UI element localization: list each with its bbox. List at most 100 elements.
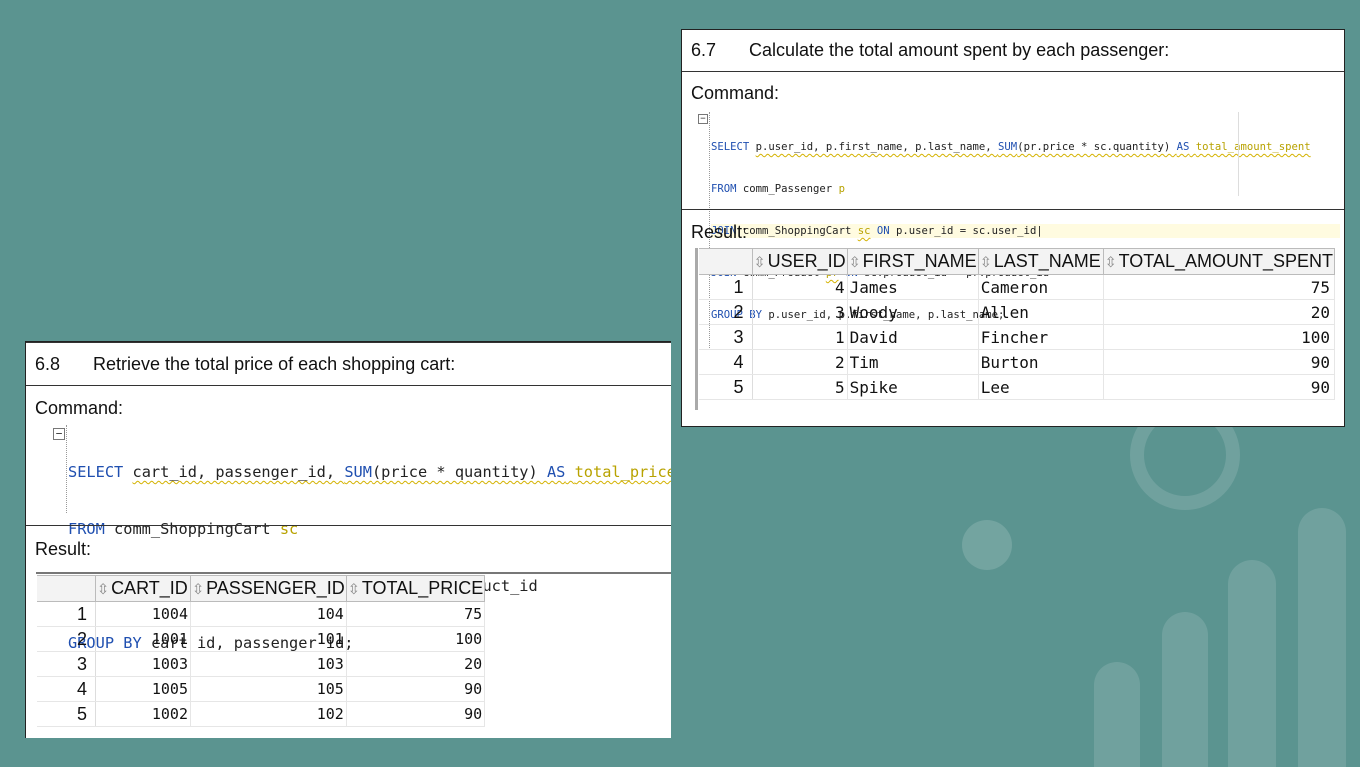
row-number: 1 (37, 601, 96, 627)
row-number: 3 (37, 651, 96, 677)
cell-total[interactable]: 100 (1103, 324, 1336, 350)
sort-arrows-icon[interactable]: ⇳ (192, 582, 204, 598)
cell-total[interactable]: 75 (1103, 274, 1336, 300)
section-number: 6.8 (35, 353, 61, 374)
row-number: 1 (699, 274, 753, 300)
divider (26, 525, 671, 526)
cell-user-id[interactable]: 4 (752, 274, 848, 300)
table-row[interactable]: 2 1001 101 100 (37, 626, 486, 652)
cell-total-price[interactable]: 90 (346, 701, 486, 727)
cell-total-price[interactable]: 75 (346, 601, 486, 627)
cell-total[interactable]: 90 (1103, 349, 1336, 375)
section-title: Retrieve the total price of each shoppin… (93, 353, 456, 374)
sort-arrows-icon[interactable]: ⇳ (754, 255, 766, 271)
column-header-last-name[interactable]: ⇳ LAST_NAME (977, 248, 1104, 275)
decorative-bar (1298, 508, 1346, 767)
cell-user-id[interactable]: 3 (752, 299, 848, 325)
column-header-cart-id[interactable]: ⇳ CART_ID (95, 575, 191, 602)
cell-last-name[interactable]: Lee (978, 374, 1104, 400)
row-number: 2 (699, 299, 753, 325)
cell-total-price[interactable]: 90 (346, 676, 486, 702)
sql-editor[interactable]: SELECT cart_id, passenger_id, SUM(price … (66, 425, 671, 652)
table-row[interactable]: 5 1002 102 90 (37, 701, 486, 727)
section-number: 6.7 (691, 40, 717, 60)
sql-line: FROM comm_ShoppingCart sc (68, 520, 299, 538)
column-header-passenger-id[interactable]: ⇳ PASSENGER_ID (190, 575, 347, 602)
cell-cart-id[interactable]: 1005 (95, 676, 191, 702)
column-header-total-price[interactable]: ⇳ TOTAL_PRICE (345, 575, 486, 602)
cell-first-name[interactable]: Tim (847, 349, 979, 375)
cell-total-price[interactable]: 100 (346, 626, 486, 652)
column-header-user-id[interactable]: ⇳ USER_ID (751, 248, 848, 275)
row-number-header (37, 575, 96, 602)
command-label: Command: (35, 398, 124, 418)
divider (682, 209, 1344, 210)
section-heading: 6.7 Calculate the total amount spent by … (682, 30, 1344, 72)
cell-passenger-id[interactable]: 104 (190, 601, 347, 627)
column-header-first-name[interactable]: ⇳ FIRST_NAME (846, 248, 979, 275)
sort-arrows-icon[interactable]: ⇳ (849, 255, 861, 271)
cell-last-name[interactable]: Cameron (978, 274, 1104, 300)
cell-passenger-id[interactable]: 105 (190, 676, 347, 702)
panel-passenger-total: 6.7 Calculate the total amount spent by … (681, 29, 1345, 427)
sort-arrows-icon[interactable]: ⇳ (1105, 255, 1117, 271)
cell-first-name[interactable]: Spike (847, 374, 979, 400)
panel-cart-total: 6.8 Retrieve the total price of each sho… (25, 341, 671, 738)
column-header-total-amount-spent[interactable]: ⇳ TOTAL_AMOUNT_SPENT (1102, 248, 1336, 275)
cell-total-price[interactable]: 20 (346, 651, 486, 677)
cell-last-name[interactable]: Fincher (978, 324, 1104, 350)
sql-line: SELECT cart_id, passenger_id, SUM(price … (68, 463, 671, 481)
row-number: 4 (699, 349, 753, 375)
sort-arrows-icon[interactable]: ⇳ (348, 582, 360, 598)
cell-user-id[interactable]: 2 (752, 349, 848, 375)
table-row[interactable]: 2 3 Woody Allen 20 (699, 299, 1336, 325)
section-title: Calculate the total amount spent by each… (749, 40, 1170, 60)
cell-first-name[interactable]: James (847, 274, 979, 300)
result-label: Result: (691, 222, 748, 242)
editor-margin (1238, 112, 1239, 196)
row-number: 4 (37, 676, 96, 702)
cell-last-name[interactable]: Burton (978, 349, 1104, 375)
cell-cart-id[interactable]: 1002 (95, 701, 191, 727)
cell-first-name[interactable]: David (847, 324, 979, 350)
cell-user-id[interactable]: 5 (752, 374, 848, 400)
table-row[interactable]: 3 1003 103 20 (37, 651, 486, 677)
cell-passenger-id[interactable]: 102 (190, 701, 347, 727)
sort-arrows-icon[interactable]: ⇳ (97, 582, 109, 598)
table-row[interactable]: 1 4 James Cameron 75 (699, 274, 1336, 300)
row-number: 3 (699, 324, 753, 350)
minus-box-icon[interactable]: − (698, 114, 708, 124)
decorative-bar (1228, 560, 1276, 767)
row-number-header (699, 248, 753, 275)
minus-box-icon[interactable]: − (53, 428, 65, 440)
cell-passenger-id[interactable]: 103 (190, 651, 347, 677)
sql-line: JOIN comm_ShoppingCart sc ON p.user_id =… (711, 224, 1340, 238)
row-number: 2 (37, 626, 96, 652)
cell-cart-id[interactable]: 1004 (95, 601, 191, 627)
table-row[interactable]: 3 1 David Fincher 100 (699, 324, 1336, 350)
table-row[interactable]: 1 1004 104 75 (37, 601, 486, 627)
cell-total[interactable]: 90 (1103, 374, 1336, 400)
cell-first-name[interactable]: Woody (847, 299, 979, 325)
decorative-pie (962, 520, 1012, 570)
table-row[interactable]: 5 5 Spike Lee 90 (699, 374, 1336, 400)
row-number: 5 (37, 701, 96, 727)
cell-last-name[interactable]: Allen (978, 299, 1104, 325)
grid-gutter (695, 248, 698, 410)
decorative-bar (1094, 662, 1140, 767)
table-row[interactable]: 4 2 Tim Burton 90 (699, 349, 1336, 375)
sort-arrows-icon[interactable]: ⇳ (980, 255, 992, 271)
result-label: Result: (35, 539, 92, 559)
decorative-bar (1162, 612, 1208, 767)
table-row[interactable]: 4 1005 105 90 (37, 676, 486, 702)
cell-passenger-id[interactable]: 101 (190, 626, 347, 652)
cell-cart-id[interactable]: 1003 (95, 651, 191, 677)
sql-line: SELECT p.user_id, p.first_name, p.last_n… (711, 141, 1311, 153)
cell-total[interactable]: 20 (1103, 299, 1336, 325)
result-grid[interactable]: ⇳ CART_ID ⇳ PASSENGER_ID ⇳ TOTAL_PRICE 1 10… (37, 575, 486, 727)
sql-line: FROM comm_Passenger p (711, 183, 845, 195)
cell-cart-id[interactable]: 1001 (95, 626, 191, 652)
cell-user-id[interactable]: 1 (752, 324, 848, 350)
result-grid[interactable]: ⇳ USER_ID ⇳ FIRST_NAME ⇳ LAST_NAME ⇳ TOTAL_A… (699, 248, 1336, 400)
section-heading: 6.8 Retrieve the total price of each sho… (26, 342, 671, 386)
